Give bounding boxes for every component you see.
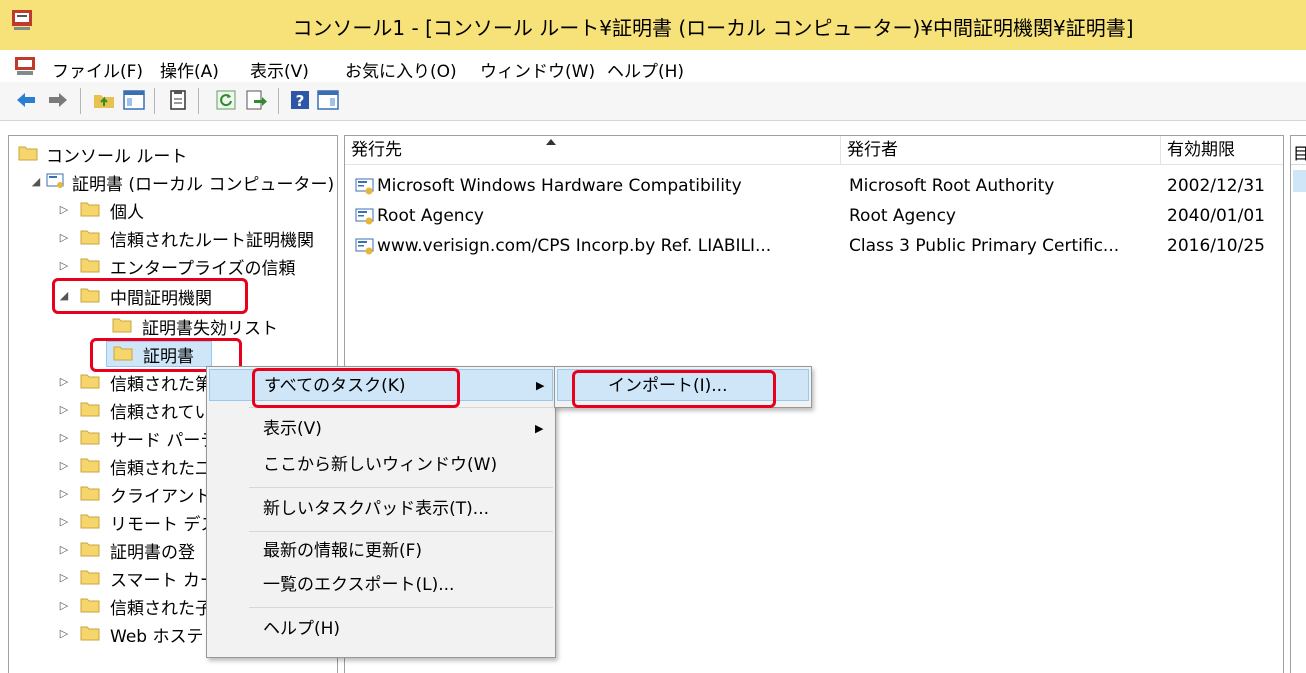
title-bar: コンソール1 - [コンソール ルート¥証明書 (ローカル コンピューター)¥中… [0, 0, 1306, 50]
menu-item-export-list[interactable]: 一覧のエクスポート(L)... [209, 569, 553, 601]
svg-text:?: ? [296, 92, 305, 110]
cell-issued-to: Microsoft Windows Hardware Compatibility [377, 176, 742, 196]
window-title: コンソール1 - [コンソール ルート¥証明書 (ローカル コンピューター)¥中… [292, 16, 1134, 40]
menu-view[interactable]: 表示(V) [250, 57, 309, 82]
menu-help[interactable]: ヘルプ(H) [607, 57, 684, 82]
expand-arrow-icon[interactable]: ▷ [58, 376, 70, 388]
cell-issued-by: Microsoft Root Authority [849, 176, 1055, 196]
action-pane-header: 目 [1291, 136, 1306, 165]
expand-arrow-icon[interactable]: ▷ [58, 572, 70, 584]
folder-icon [112, 318, 132, 333]
folder-icon [80, 230, 100, 245]
folder-icon [18, 146, 38, 161]
folder-icon [80, 570, 100, 585]
cell-issued-by: Class 3 Public Primary Certific... [849, 236, 1120, 256]
cell-expiration: 2040/01/01 [1167, 206, 1265, 226]
menu-favorites[interactable]: お気に入り(O) [345, 57, 457, 82]
expand-arrow-icon[interactable]: ▷ [58, 460, 70, 472]
column-header-issued-to[interactable]: 発行先 [345, 136, 841, 164]
menu-item-refresh[interactable]: 最新の情報に更新(F) [209, 535, 553, 567]
table-row[interactable]: www.verisign.com/CPS Incorp.by Ref. LIAB… [345, 232, 1283, 260]
cell-issued-to: www.verisign.com/CPS Incorp.by Ref. LIAB… [377, 236, 772, 256]
submenu-arrow-icon: ▶ [536, 379, 545, 392]
collapse-arrow-icon[interactable]: ◢ [30, 176, 42, 188]
table-row[interactable]: Microsoft Windows Hardware Compatibility… [345, 172, 1283, 200]
show-hide-tree-icon[interactable] [122, 88, 146, 112]
folder-icon [80, 542, 100, 557]
column-header-expiration[interactable]: 有効期限 [1161, 136, 1283, 164]
cell-expiration: 2002/12/31 [1167, 176, 1265, 196]
export-list-icon[interactable] [244, 88, 268, 112]
certificate-icon [355, 178, 374, 195]
help-icon[interactable]: ? [288, 88, 312, 112]
menu-bar: ファイル(F) 操作(A) 表示(V) お気に入り(O) ウィンドウ(W) ヘル… [0, 50, 1306, 82]
toolbar-separator [198, 88, 199, 114]
properties-icon[interactable] [166, 88, 190, 112]
action-pane-selected-item[interactable] [1293, 170, 1306, 192]
menu-window[interactable]: ウィンドウ(W) [480, 57, 595, 82]
folder-icon [80, 486, 100, 501]
cell-expiration: 2016/10/25 [1167, 236, 1265, 256]
expand-arrow-icon[interactable]: ▷ [58, 544, 70, 556]
folder-icon [80, 258, 100, 273]
expand-arrow-icon[interactable]: ▷ [58, 628, 70, 640]
certificate-icon [355, 238, 374, 255]
expand-arrow-icon[interactable]: ▷ [58, 488, 70, 500]
toolbar-separator [80, 88, 81, 114]
show-hide-action-pane-icon[interactable] [316, 88, 340, 112]
certificate-icon [355, 208, 374, 225]
expand-arrow-icon[interactable]: ▷ [58, 260, 70, 272]
folder-icon [80, 430, 100, 445]
folder-icon [80, 402, 100, 417]
folder-icon [80, 458, 100, 473]
forward-icon[interactable] [46, 88, 70, 112]
menu-item-new-window[interactable]: ここから新しいウィンドウ(W) [209, 449, 553, 481]
folder-icon [80, 598, 100, 613]
folder-icon [80, 626, 100, 641]
menu-separator [249, 607, 553, 608]
submenu-arrow-icon: ▶ [535, 422, 544, 435]
sort-ascending-icon [546, 139, 556, 145]
highlight-all-tasks [252, 368, 460, 408]
expand-arrow-icon[interactable]: ▷ [58, 404, 70, 416]
table-row[interactable]: Root Agency Root Agency 2040/01/01 [345, 202, 1283, 230]
expand-arrow-icon[interactable]: ▷ [58, 432, 70, 444]
column-header-issued-by[interactable]: 発行者 [841, 136, 1161, 164]
cell-issued-by: Root Agency [849, 206, 956, 226]
certificate-store-icon [46, 173, 64, 188]
expand-arrow-icon[interactable]: ▷ [58, 600, 70, 612]
menu-item-new-taskpad[interactable]: 新しいタスクパッド表示(T)... [209, 493, 553, 525]
menu-item-view[interactable]: 表示(V) ▶ [209, 413, 553, 445]
expand-arrow-icon[interactable]: ▷ [58, 232, 70, 244]
toolbar: ? [0, 82, 1306, 121]
folder-icon [80, 202, 100, 217]
expand-arrow-icon[interactable]: ▷ [58, 204, 70, 216]
highlight-import [572, 370, 776, 408]
folder-icon [80, 514, 100, 529]
expand-arrow-icon[interactable]: ▷ [58, 516, 70, 528]
toolbar-separator [278, 88, 279, 114]
menu-separator [249, 487, 553, 488]
menu-separator [249, 531, 553, 532]
folder-icon [80, 374, 100, 389]
header-divider [345, 164, 1283, 165]
action-pane[interactable]: 目 [1290, 135, 1306, 673]
back-icon[interactable] [14, 88, 38, 112]
system-menu-icon[interactable] [14, 56, 36, 76]
context-menu: すべてのタスク(K) ▶ 表示(V) ▶ ここから新しいウィンドウ(W) 新しい… [206, 366, 556, 658]
menu-item-help[interactable]: ヘルプ(H) [209, 613, 553, 645]
menu-action[interactable]: 操作(A) [160, 57, 219, 82]
up-folder-icon[interactable] [92, 88, 116, 112]
highlight-intermediate-ca [52, 278, 248, 314]
refresh-icon[interactable] [214, 88, 238, 112]
menu-file[interactable]: ファイル(F) [52, 57, 143, 82]
toolbar-separator [154, 88, 155, 114]
cell-issued-to: Root Agency [377, 206, 484, 226]
